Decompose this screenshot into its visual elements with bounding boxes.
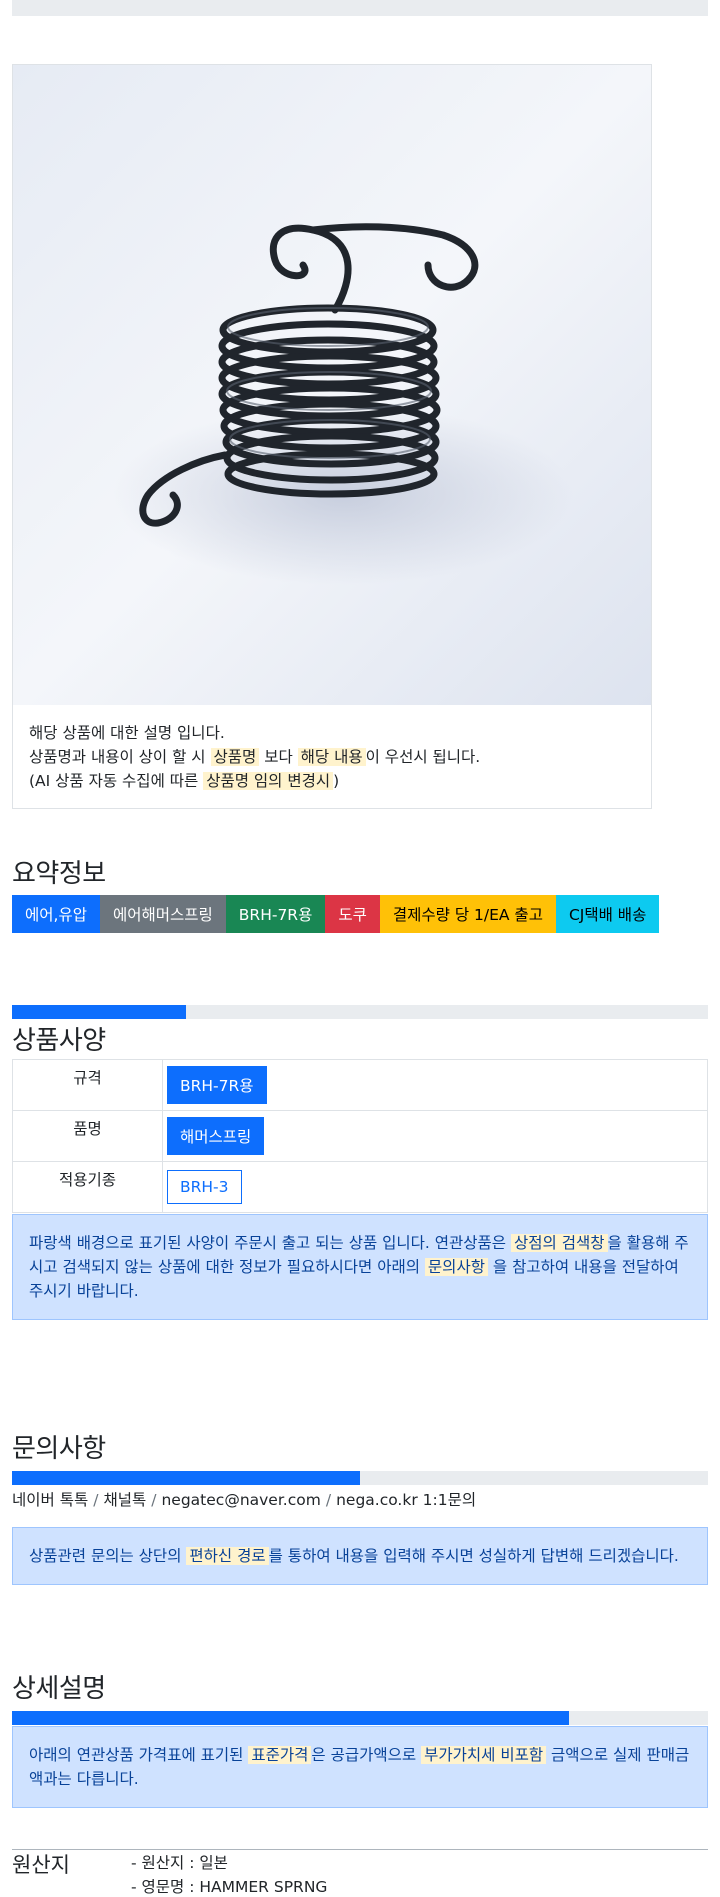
spec-value-cell: BRH-3 [162,1161,708,1213]
product-card: 해당 상품에 대한 설명 입니다. 상품명과 내용이 상이 할 시 상품명 보다… [12,64,652,809]
summary-badge: CJ택배 배송 [555,895,660,933]
notice-text: 아래의 연관상품 가격표에 표기된 [29,1746,249,1764]
notice-text: 은 공급가액으로 [311,1746,422,1764]
inquiry-title: 문의사항 [12,1434,106,1464]
caption-line-1: 해당 상품에 대한 설명 입니다. [29,724,225,742]
summary-badge: 도쿠 [325,895,380,933]
caption-text: ) [333,772,340,790]
highlight-name-change: 상품명 임의 변경시 [203,772,334,790]
contact-email[interactable]: negatec@naver.com [161,1491,320,1509]
inquiry-progress [12,1471,708,1485]
origin-label: 원산지 [12,1853,70,1877]
caption-text: 이 우선시 됩니다. [365,748,481,766]
highlight-standard-price: 표준가격 [248,1746,312,1764]
contact-naver-talk[interactable]: 네이버 톡톡 [12,1491,88,1509]
spec-progress-bar [12,1005,186,1019]
summary-badge: BRH-7R용 [225,895,326,933]
spec-key: 적용기종 [12,1161,163,1213]
spec-table: 규격 BRH-7R용 품명 해머스프링 적용기종 BRH-3 [12,1059,708,1213]
spec-notice: 파랑색 배경으로 표기된 사양이 주문시 출고 되는 상품 입니다. 연관상품은… [12,1214,708,1320]
highlight-inquiry: 문의사항 [424,1258,488,1276]
spec-row: 품명 해머스프링 [12,1110,708,1162]
highlight-route: 편하신 경로 [186,1547,269,1565]
detail-title: 상세설명 [12,1674,106,1704]
spec-row: 적용기종 BRH-3 [12,1161,708,1213]
summary-badge: 에어해머스프링 [99,895,226,933]
highlight-search: 상점의 검색창 [511,1234,608,1252]
contact-channels: 네이버 톡톡 / 채널톡 / negatec@naver.com / nega.co.kr … [12,1488,476,1510]
highlight-vat-excluded: 부가가치세 비포함 [421,1746,547,1764]
top-progress-track [12,0,708,16]
spec-key: 규격 [12,1059,163,1111]
summary-title: 요약정보 [12,859,106,889]
inquiry-progress-bar [12,1471,360,1485]
contact-channel-talk[interactable]: 채널톡 [103,1491,146,1509]
spec-value-tag[interactable]: BRH-7R용 [167,1066,267,1104]
caption-line-2: 상품명과 내용이 상이 할 시 상품명 보다 해당 내용 이 우선시 됩니다. [29,745,635,769]
separator: / [93,1491,99,1509]
notice-text: 를 통하여 내용을 입력해 주시면 성실하게 답변해 드리겠습니다. [268,1547,679,1565]
origin-item: - 원산지 : 일본 [131,1854,228,1872]
separator: / [151,1491,157,1509]
summary-badges: 에어,유압 에어해머스프링 BRH-7R용 도쿠 결제수량 당 1/EA 출고 CJ택배 … [12,895,660,933]
spec-value-tag-outline[interactable]: BRH-3 [167,1170,242,1204]
spec-key: 품명 [12,1110,163,1162]
detail-notice: 아래의 연관상품 가격표에 표기된 표준가격 은 공급가액으로 부가가치세 비포함… [12,1726,708,1808]
caption-text: 보다 [259,748,298,766]
summary-badge: 결제수량 당 1/EA 출고 [379,895,556,933]
origin-divider [12,1849,708,1850]
contact-site-inquiry[interactable]: nega.co.kr 1:1문의 [336,1491,476,1509]
detail-progress [12,1711,708,1725]
spec-row: 규격 BRH-7R용 [12,1059,708,1111]
origin-item: - 영문명 : HAMMER SPRNG [131,1878,328,1896]
notice-text: 상품관련 문의는 상단의 [29,1547,187,1565]
highlight-content: 해당 내용 [297,748,366,766]
product-caption: 해당 상품에 대한 설명 입니다. 상품명과 내용이 상이 할 시 상품명 보다… [29,721,635,793]
summary-badge: 에어,유압 [12,895,100,933]
spec-title: 상품사양 [12,1026,106,1056]
caption-text: (AI 상품 자동 수집에 따른 [29,772,204,790]
spec-value-cell: BRH-7R용 [162,1059,708,1111]
spec-value-tag[interactable]: 해머스프링 [167,1117,265,1155]
spec-progress [12,1005,708,1019]
detail-progress-bar [12,1711,569,1725]
caption-line-3: (AI 상품 자동 수집에 따른 상품명 임의 변경시) [29,769,635,793]
notice-text: 파랑색 배경으로 표기된 사양이 주문시 출고 되는 상품 입니다. 연관상품은 [29,1234,511,1252]
separator: / [325,1491,332,1509]
inquiry-notice: 상품관련 문의는 상단의 편하신 경로 를 통하여 내용을 입력해 주시면 성실하… [12,1527,708,1585]
highlight-product-name: 상품명 [210,748,260,766]
origin-list: - 원산지 : 일본 - 영문명 : HAMMER SPRNG [131,1851,327,1897]
product-image [13,65,651,705]
spec-value-cell: 해머스프링 [162,1110,708,1162]
caption-text: 상품명과 내용이 상이 할 시 [29,748,211,766]
